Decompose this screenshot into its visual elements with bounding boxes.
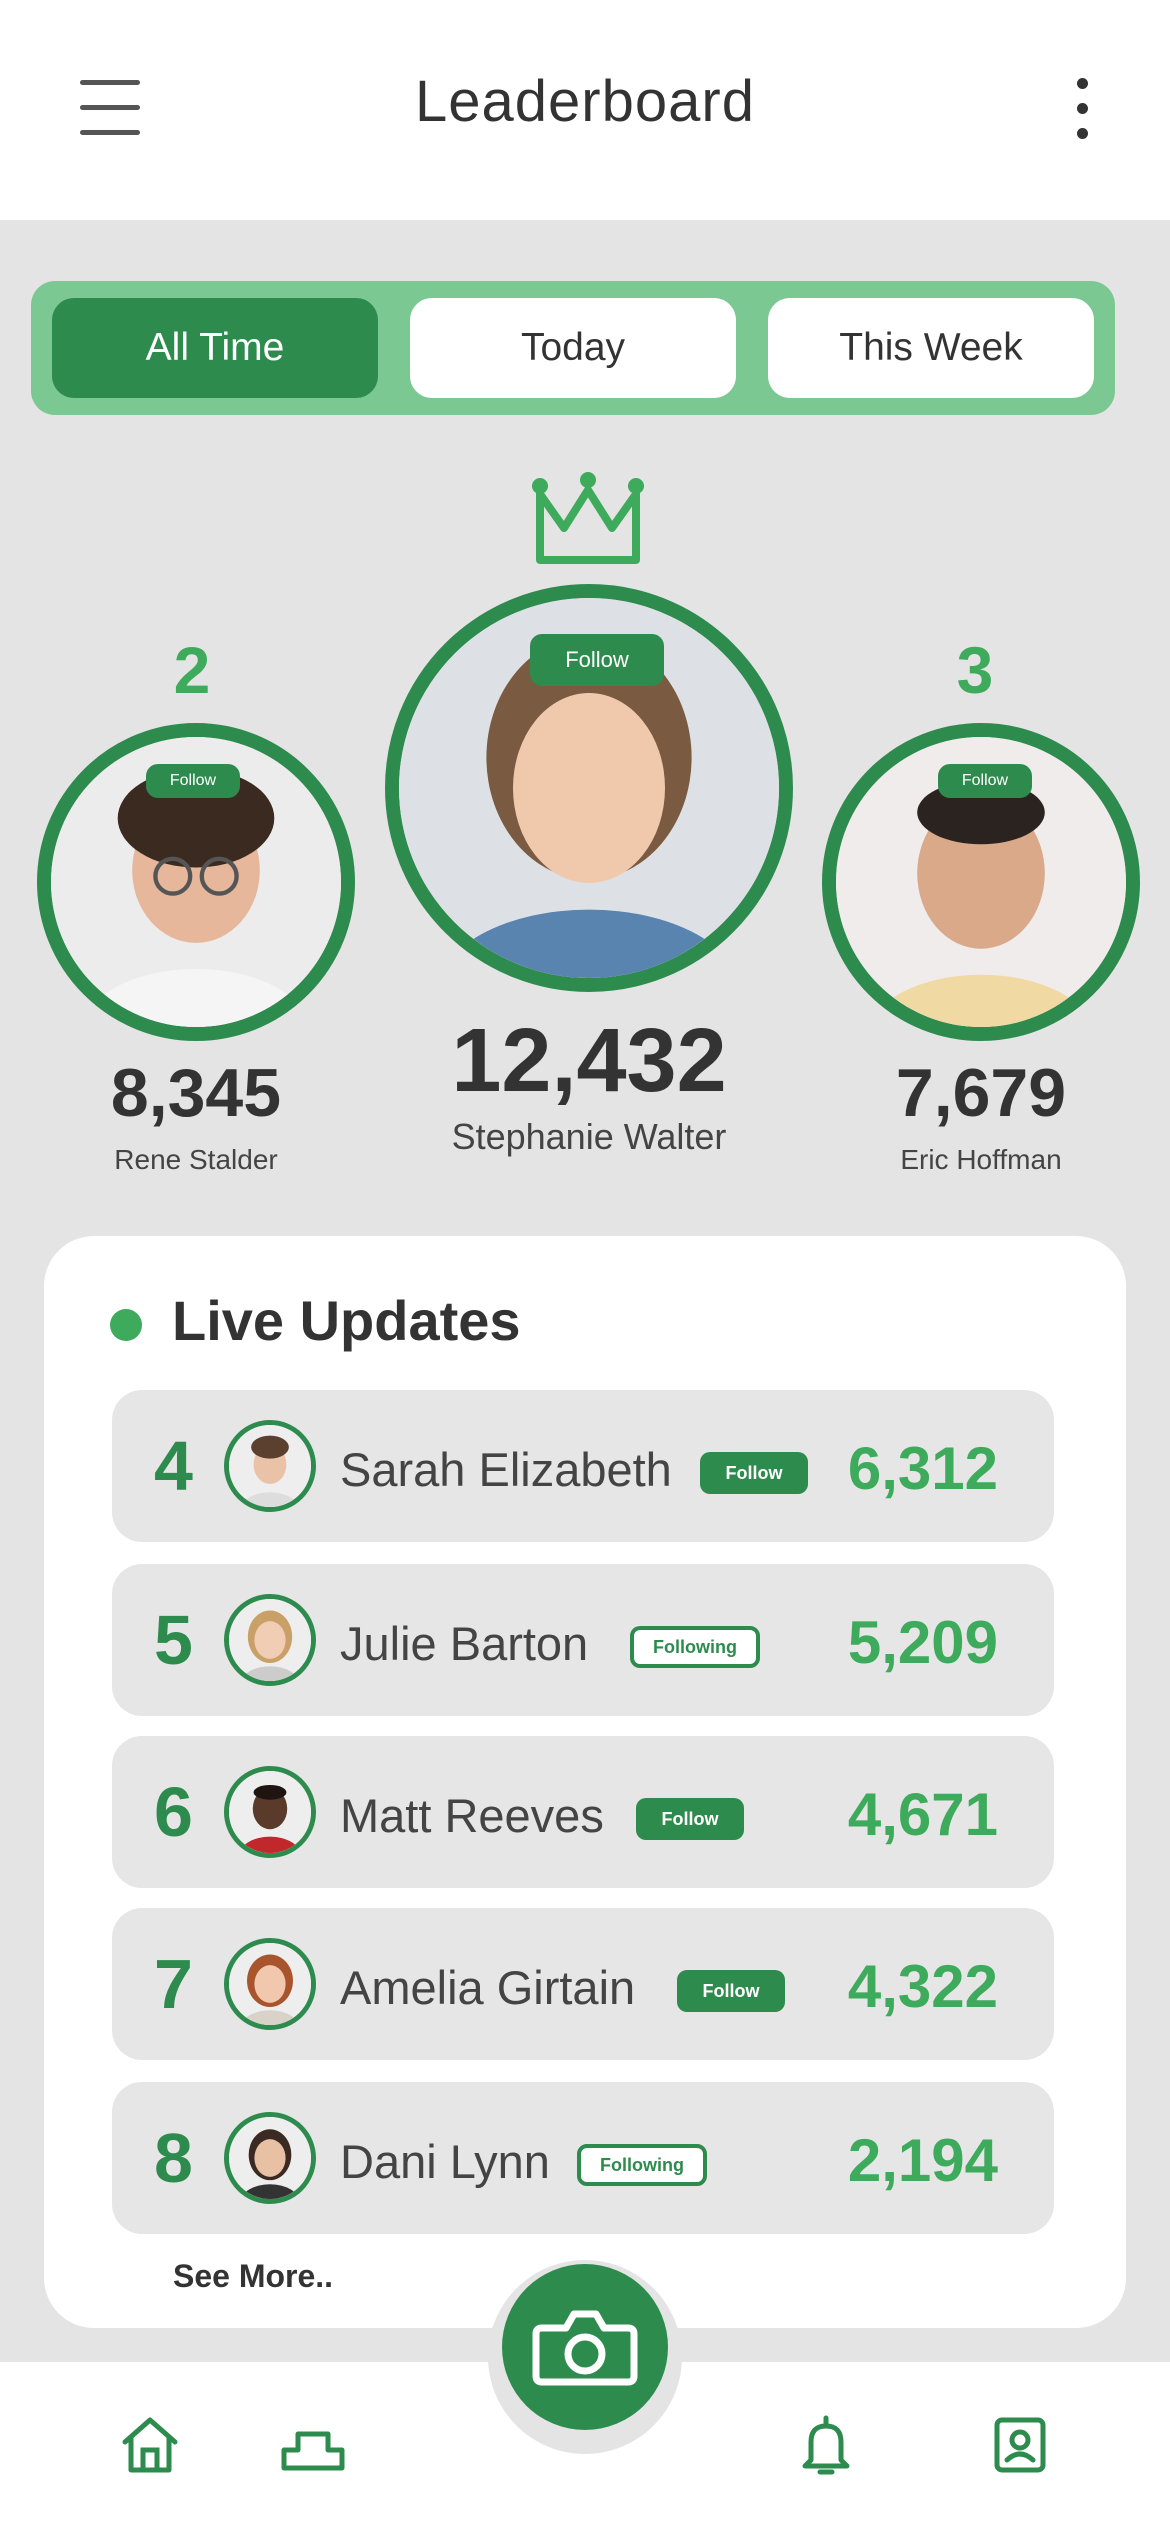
tab-today[interactable]: Today xyxy=(410,298,736,398)
follow-button-third[interactable]: Follow xyxy=(938,764,1032,798)
avatar xyxy=(224,1594,316,1686)
name-second: Rene Stalder xyxy=(114,1144,278,1175)
camera-icon xyxy=(532,2310,638,2386)
leaderboard-row[interactable]: 4 Sarah Elizabeth Follow 6,312 xyxy=(112,1390,1054,1542)
row-name: Sarah Elizabeth xyxy=(340,1443,672,1496)
leaderboard-row[interactable]: 6 Matt Reeves Follow 4,671 xyxy=(112,1736,1054,1888)
row-name: Matt Reeves xyxy=(340,1789,604,1842)
score-first: 12,432 xyxy=(451,1011,727,1111)
leaderboard-row[interactable]: 7 Amelia Girtain Follow 4,322 xyxy=(112,1908,1054,2060)
row-rank: 4 xyxy=(154,1427,193,1505)
row-rank: 7 xyxy=(154,1945,193,2023)
profile-icon[interactable] xyxy=(985,2410,1055,2480)
tab-all-time[interactable]: All Time xyxy=(52,298,378,398)
camera-button[interactable] xyxy=(502,2264,668,2430)
row-rank: 6 xyxy=(154,1773,193,1851)
avatar xyxy=(224,2112,316,2204)
avatar xyxy=(224,1766,316,1858)
podium-icon[interactable] xyxy=(278,2410,348,2480)
row-name: Julie Barton xyxy=(340,1617,589,1670)
row-score: 4,322 xyxy=(847,1953,998,2020)
row-rank: 8 xyxy=(154,2119,193,2197)
live-updates-title: Live Updates xyxy=(172,1289,521,1352)
rank-third: 3 xyxy=(956,633,994,707)
app-header: Leaderboard xyxy=(0,0,1170,220)
following-button[interactable]: Following xyxy=(630,1626,760,1668)
bell-icon[interactable] xyxy=(791,2410,861,2480)
avatar xyxy=(224,1420,316,1512)
follow-button-second[interactable]: Follow xyxy=(146,764,240,798)
crown-icon xyxy=(532,472,644,564)
row-name: Amelia Girtain xyxy=(340,1961,636,2014)
leaderboard-row[interactable]: 5 Julie Barton Following 5,209 xyxy=(112,1564,1054,1716)
name-third: Eric Hoffman xyxy=(900,1144,1062,1175)
leaderboard-row[interactable]: 8 Dani Lynn Following 2,194 xyxy=(112,2082,1054,2234)
row-rank: 5 xyxy=(154,1601,193,1679)
row-name: Dani Lynn xyxy=(340,2135,550,2188)
page-title: Leaderboard xyxy=(415,69,755,134)
row-score: 6,312 xyxy=(847,1435,998,1502)
row-score: 4,671 xyxy=(847,1781,998,1848)
time-filter-tabs: All Time Today This Week xyxy=(31,281,1115,415)
following-button[interactable]: Following xyxy=(577,2144,707,2186)
home-icon[interactable] xyxy=(115,2410,185,2480)
avatar xyxy=(224,1938,316,2030)
follow-button-first[interactable]: Follow xyxy=(530,634,664,686)
score-second: 8,345 xyxy=(110,1055,282,1131)
row-score: 5,209 xyxy=(847,1609,998,1676)
live-indicator-dot xyxy=(110,1309,142,1341)
see-more-link[interactable]: See More.. xyxy=(173,2258,333,2295)
more-vertical-icon[interactable] xyxy=(1070,78,1094,140)
row-score: 2,194 xyxy=(847,2127,998,2194)
follow-button[interactable]: Follow xyxy=(700,1452,808,1494)
follow-button[interactable]: Follow xyxy=(636,1798,744,1840)
rank-second: 2 xyxy=(173,633,211,707)
follow-button[interactable]: Follow xyxy=(677,1970,785,2012)
name-first: Stephanie Walter xyxy=(451,1116,727,1157)
score-third: 7,679 xyxy=(895,1055,1067,1131)
tab-this-week[interactable]: This Week xyxy=(768,298,1094,398)
